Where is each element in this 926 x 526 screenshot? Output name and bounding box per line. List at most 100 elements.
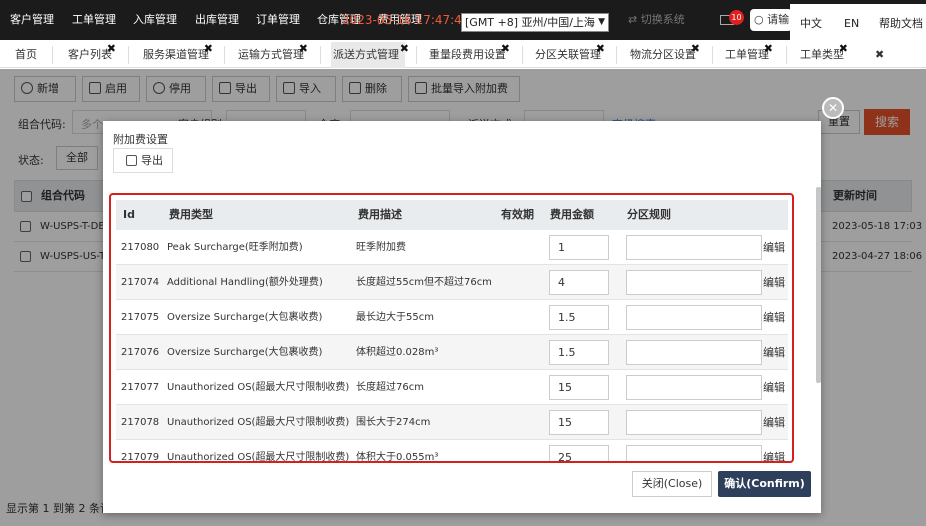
tab-service-channel[interactable]: 服务渠道管理 ✖	[141, 42, 213, 68]
export-icon	[126, 155, 137, 166]
close-button[interactable]: 关闭(Close)	[632, 471, 712, 497]
top-navigation-bar: 客户管理 工单管理 入库管理 出库管理 订单管理 仓库管理 费用管理 2023-…	[0, 0, 926, 44]
table-row[interactable]: 217079 Unauthorized OS(超最大尺寸限制收费) 体积大于0.…	[116, 440, 788, 463]
tab-home[interactable]: 首页	[13, 42, 37, 68]
close-icon[interactable]: ✖	[299, 36, 308, 62]
tab-zone-link[interactable]: 分区关联管理 ✖	[533, 42, 605, 68]
tab-label: 服务渠道管理	[143, 48, 209, 61]
help-docs-link[interactable]: 帮助文档	[879, 4, 923, 44]
tab-divider	[786, 46, 787, 64]
tab-bar: 首页 客户列表 ✖ 服务渠道管理 ✖ 运输方式管理 ✖ 派送方式管理 ✖ 重量段费用设置…	[0, 42, 926, 68]
close-icon[interactable]: ✖	[204, 36, 213, 62]
close-icon[interactable]: ✖	[596, 36, 605, 62]
confirm-button[interactable]: 确认(Confirm)	[718, 471, 811, 497]
surcharge-settings-dialog: 附加费设置 导出 Id 费用类型 费用描述 有效期 费用金额 分区规则 2170…	[103, 121, 821, 513]
fee-amount-input[interactable]: 15	[549, 410, 609, 435]
switch-system-label: 切换系统	[640, 13, 685, 26]
menu-order[interactable]: 订单管理	[256, 0, 300, 40]
edit-link[interactable]: 编辑	[763, 265, 785, 300]
surcharge-table-header: Id 费用类型 费用描述 有效期 费用金额 分区规则	[116, 200, 788, 230]
edit-link[interactable]: 编辑	[763, 370, 785, 405]
modal-close-icon[interactable]: ✕	[822, 97, 844, 119]
timezone-value: [GMT +8] 亚州/中国/上海	[465, 16, 595, 29]
cell-fee-type: Unauthorized OS(超最大尺寸限制收费)	[167, 452, 350, 463]
fee-amount-input[interactable]: 1	[549, 235, 609, 260]
timezone-select[interactable]: [GMT +8] 亚州/中国/上海 ▼	[461, 13, 609, 32]
fee-amount-input[interactable]: 15	[549, 375, 609, 400]
close-icon[interactable]: ✖	[764, 36, 773, 62]
cell-id: 217080	[121, 242, 160, 253]
table-row[interactable]: 217074 Additional Handling(额外处理费) 长度超过55…	[116, 265, 788, 300]
zone-rule-input[interactable]	[626, 235, 762, 260]
tab-label: 工单类型	[800, 48, 844, 61]
close-all-tabs-icon[interactable]: ✖	[873, 42, 884, 68]
menu-inbound[interactable]: 入库管理	[133, 0, 177, 40]
tab-label: 派送方式管理	[333, 48, 399, 61]
table-row[interactable]: 217078 Unauthorized OS(超最大尺寸限制收费) 围长大于27…	[116, 405, 788, 440]
tab-workorder-type[interactable]: 工单类型 ✖	[798, 42, 848, 68]
cell-id: 217077	[121, 382, 160, 393]
zone-rule-input[interactable]	[626, 305, 762, 330]
search-icon: ○	[754, 13, 764, 26]
cell-id: 217075	[121, 312, 160, 323]
edit-link[interactable]: 编辑	[763, 405, 785, 440]
tab-label: 运输方式管理	[238, 48, 304, 61]
tab-divider	[616, 46, 617, 64]
fee-amount-input[interactable]: 1.5	[549, 305, 609, 330]
zone-rule-input[interactable]	[626, 445, 762, 461]
edit-link[interactable]: 编辑	[763, 440, 785, 461]
table-row[interactable]: 217076 Oversize Surcharge(大包裹收费) 体积超过0.0…	[116, 335, 788, 370]
menu-workorder[interactable]: 工单管理	[72, 0, 116, 40]
table-row[interactable]: 217075 Oversize Surcharge(大包裹收费) 最长边大于55…	[116, 300, 788, 335]
tab-label: 物流分区设置	[630, 48, 696, 61]
switch-icon: ⇄	[628, 13, 641, 26]
col-fee-type: 费用类型	[169, 208, 213, 221]
zone-rule-input[interactable]	[626, 410, 762, 435]
cell-fee-type: Oversize Surcharge(大包裹收费)	[167, 312, 323, 323]
tab-transport-method[interactable]: 运输方式管理 ✖	[236, 42, 308, 68]
edit-link[interactable]: 编辑	[763, 300, 785, 335]
fee-amount-input[interactable]: 4	[549, 270, 609, 295]
tab-divider	[712, 46, 713, 64]
close-icon[interactable]: ✖	[107, 36, 116, 62]
tab-logistics-zone[interactable]: 物流分区设置 ✖	[628, 42, 700, 68]
cell-id: 217079	[121, 452, 160, 463]
cell-fee-desc: 围长大于274cm	[356, 417, 431, 428]
close-icon[interactable]: ✖	[839, 36, 848, 62]
fee-amount-input[interactable]: 1.5	[549, 340, 609, 365]
zone-rule-input[interactable]	[626, 340, 762, 365]
tab-customer-list[interactable]: 客户列表 ✖	[66, 42, 116, 68]
close-icon[interactable]: ✖	[501, 36, 510, 62]
tab-label: 分区关联管理	[535, 48, 601, 61]
cell-fee-desc: 长度超过76cm	[356, 382, 424, 393]
edit-link[interactable]: 编辑	[763, 335, 785, 370]
dialog-scrollbar[interactable]	[816, 187, 821, 383]
tab-workorder-management[interactable]: 工单管理 ✖	[723, 42, 773, 68]
tab-divider	[320, 46, 321, 64]
close-icon[interactable]: ✖	[400, 36, 409, 62]
tab-divider	[522, 46, 523, 64]
cell-id: 217074	[121, 277, 160, 288]
table-row[interactable]: 217077 Unauthorized OS(超最大尺寸限制收费) 长度超过76…	[116, 370, 788, 405]
cell-fee-desc: 体积大于0.055m³	[356, 452, 439, 463]
cell-fee-type: Additional Handling(额外处理费)	[167, 277, 323, 288]
cell-fee-desc: 长度超过55cm但不超过76cm	[356, 277, 492, 288]
menu-outbound[interactable]: 出库管理	[195, 0, 239, 40]
global-search-input[interactable]: ○ 请输	[750, 9, 792, 31]
dialog-export-button[interactable]: 导出	[113, 148, 173, 173]
col-validity: 有效期	[501, 208, 534, 221]
cell-fee-desc: 旺季附加费	[356, 242, 406, 253]
zone-rule-input[interactable]	[626, 375, 762, 400]
edit-link[interactable]: 编辑	[763, 230, 785, 265]
table-row[interactable]: 217080 Peak Surcharge(旺季附加费) 旺季附加费 1 编辑	[116, 230, 788, 265]
tab-delivery-method[interactable]: 派送方式管理 ✖	[331, 42, 409, 68]
menu-customer[interactable]: 客户管理	[10, 0, 54, 40]
dialog-title: 附加费设置	[113, 133, 168, 146]
switch-system-link[interactable]: ⇄ 切换系统	[628, 0, 685, 40]
tab-weight-fee[interactable]: 重量段费用设置 ✖	[427, 42, 510, 68]
close-icon[interactable]: ✖	[691, 36, 700, 62]
cell-fee-type: Unauthorized OS(超最大尺寸限制收费)	[167, 417, 350, 428]
zone-rule-input[interactable]	[626, 270, 762, 295]
fee-amount-input[interactable]: 25	[549, 445, 609, 461]
lang-chinese[interactable]: 中文	[800, 4, 822, 44]
